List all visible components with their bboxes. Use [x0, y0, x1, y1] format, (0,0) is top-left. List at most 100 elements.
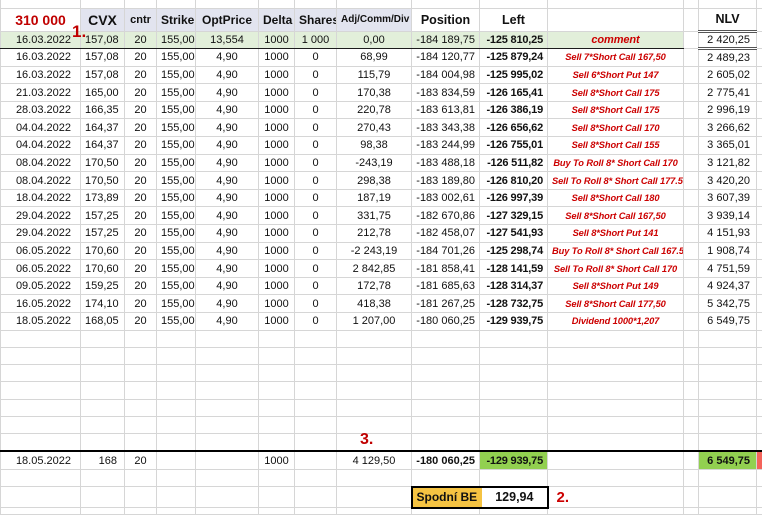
cell-delta[interactable]: 1000 — [259, 451, 295, 470]
cell-date[interactable]: 04.04.2022 — [1, 119, 81, 137]
cell-adj[interactable]: 212,78 — [337, 225, 412, 243]
cell-strike[interactable]: 155,00 — [157, 295, 196, 313]
cell-date[interactable]: 16.05.2022 — [1, 295, 81, 313]
cell-gap[interactable] — [684, 172, 699, 190]
cell-cntr[interactable]: 20 — [125, 207, 157, 225]
cell-position[interactable]: -182 458,07 — [412, 225, 480, 243]
empty-cell[interactable] — [337, 382, 412, 399]
cell-optprice[interactable]: 4,90 — [196, 207, 259, 225]
empty-cell[interactable] — [337, 347, 412, 364]
cell-cntr[interactable]: 20 — [125, 313, 157, 331]
empty-cell[interactable] — [757, 434, 762, 451]
cell-cvx[interactable]: 157,08 — [81, 49, 125, 67]
cell-gap[interactable] — [684, 49, 699, 67]
cell-optprice[interactable]: 4,90 — [196, 66, 259, 84]
empty-cell[interactable] — [684, 399, 699, 416]
cell-cvx[interactable]: 173,89 — [81, 189, 125, 207]
header-sliver[interactable] — [757, 8, 762, 31]
empty-cell[interactable] — [125, 416, 157, 433]
empty-cell[interactable] — [684, 365, 699, 382]
cell-left[interactable]: -126 810,20 — [480, 172, 548, 190]
cell-comment[interactable]: Sell 8*Short Call 155 — [548, 137, 684, 155]
cell-cntr[interactable]: 20 — [125, 154, 157, 172]
cell-strike[interactable]: 155,00 — [157, 119, 196, 137]
empty-cell[interactable] — [196, 382, 259, 399]
cell-shares[interactable]: 0 — [295, 313, 337, 331]
empty-cell[interactable] — [412, 416, 480, 433]
cell-cntr[interactable]: 20 — [125, 66, 157, 84]
cell-nlv[interactable]: 6 549,75 — [699, 313, 757, 331]
cell-nlv[interactable]: 2 775,41 — [699, 84, 757, 102]
cell-optprice[interactable]: 4,90 — [196, 242, 259, 260]
cell-left[interactable]: -125 995,02 — [480, 66, 548, 84]
cell-cntr[interactable]: 20 — [125, 242, 157, 260]
cell-optprice[interactable]: 4,90 — [196, 154, 259, 172]
cell-cntr[interactable]: 20 — [125, 101, 157, 119]
empty-cell[interactable] — [480, 347, 548, 364]
cell-nlv[interactable]: 4 751,59 — [699, 260, 757, 278]
empty-cell[interactable] — [337, 416, 412, 433]
cell-gap[interactable] — [684, 154, 699, 172]
breakeven-box[interactable]: Spodní BE 129,94 — [412, 487, 548, 508]
header-adj-comm-div[interactable]: Adj/Comm/Div — [337, 8, 412, 31]
cell-comment[interactable]: Buy To Roll 8* Short Call 170 — [548, 154, 684, 172]
cell-left[interactable]: -126 511,82 — [480, 154, 548, 172]
cell-date[interactable]: 16.03.2022 — [1, 31, 81, 49]
header-cntr[interactable]: cntr — [125, 8, 157, 31]
cell-nlv[interactable]: 3 420,20 — [699, 172, 757, 190]
cell-optprice[interactable]: 4,90 — [196, 277, 259, 295]
cell-date[interactable]: 18.05.2022 — [1, 313, 81, 331]
empty-cell[interactable] — [259, 434, 295, 451]
cell-adj[interactable]: 220,78 — [337, 101, 412, 119]
cell-position[interactable]: -182 670,86 — [412, 207, 480, 225]
cell-strike[interactable]: 155,00 — [157, 189, 196, 207]
cell-sliver[interactable] — [757, 207, 762, 225]
cell-left[interactable]: -128 314,37 — [480, 277, 548, 295]
cell-sliver[interactable] — [757, 189, 762, 207]
cell-gap[interactable] — [684, 119, 699, 137]
empty-cell[interactable] — [412, 382, 480, 399]
cell-cntr[interactable]: 20 — [125, 31, 157, 49]
cell-nlv[interactable]: 4 151,93 — [699, 225, 757, 243]
empty-cell[interactable] — [125, 330, 157, 347]
cell-cvx[interactable]: 170,60 — [81, 242, 125, 260]
empty-cell[interactable] — [259, 347, 295, 364]
cell-gap[interactable] — [684, 451, 699, 470]
header-comment[interactable] — [548, 8, 684, 31]
cell-shares[interactable]: 0 — [295, 66, 337, 84]
cell-gap[interactable] — [684, 207, 699, 225]
empty-cell[interactable] — [699, 399, 757, 416]
cell-sliver[interactable] — [757, 101, 762, 119]
cell-optprice[interactable]: 4,90 — [196, 84, 259, 102]
cell-adj[interactable]: 0,00 — [337, 31, 412, 49]
empty-cell[interactable] — [196, 399, 259, 416]
cell-nlv[interactable]: 2 489,23 — [699, 49, 757, 67]
cell-position[interactable]: -184 120,77 — [412, 49, 480, 67]
cell-left[interactable]: -125 879,24 — [480, 49, 548, 67]
empty-cell[interactable] — [157, 434, 196, 451]
cell-delta[interactable]: 1000 — [259, 225, 295, 243]
cell-delta[interactable]: 1000 — [259, 84, 295, 102]
cell-left[interactable]: -127 329,15 — [480, 207, 548, 225]
empty-cell[interactable] — [125, 434, 157, 451]
cell-cntr[interactable]: 20 — [125, 451, 157, 470]
cell-optprice[interactable]: 4,90 — [196, 172, 259, 190]
cell-optprice[interactable]: 4,90 — [196, 295, 259, 313]
cell-sliver[interactable] — [757, 225, 762, 243]
header-gap[interactable] — [684, 8, 699, 31]
empty-cell[interactable] — [81, 365, 125, 382]
capital-cell[interactable]: 310 000 — [1, 8, 81, 31]
cell-adj[interactable]: 298,38 — [337, 172, 412, 190]
empty-cell[interactable] — [81, 330, 125, 347]
cell-sliver[interactable] — [757, 154, 762, 172]
cell-position[interactable]: -183 244,99 — [412, 137, 480, 155]
empty-cell[interactable] — [548, 399, 684, 416]
empty-cell[interactable] — [480, 399, 548, 416]
cell-cvx[interactable]: 157,08 — [81, 66, 125, 84]
empty-cell[interactable] — [548, 382, 684, 399]
empty-cell[interactable] — [295, 365, 337, 382]
cell-comment[interactable]: Sell 8*Short Call 175 — [548, 84, 684, 102]
cell-sliver[interactable] — [757, 66, 762, 84]
cell-gap[interactable] — [684, 242, 699, 260]
cell-cntr[interactable]: 20 — [125, 172, 157, 190]
